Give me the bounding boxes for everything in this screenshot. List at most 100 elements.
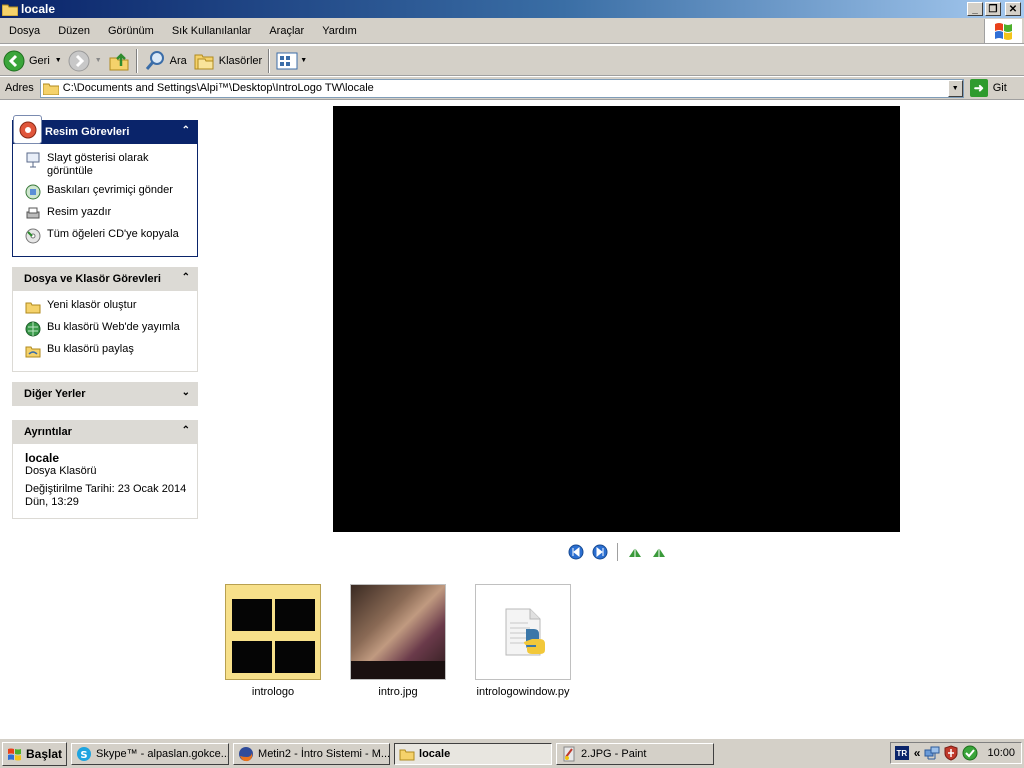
back-label: Geri [29,54,50,67]
details-name: locale [25,451,60,465]
folder-icon [42,83,59,95]
windows-flag-icon [8,748,21,760]
address-field[interactable]: C:\Documents and Settings\Alpi™\Desktop\… [39,78,964,98]
firefox-icon [239,746,254,761]
back-button[interactable]: Geri ▼ [0,47,65,74]
expand-chevron-icon[interactable]: ⌄ [182,387,190,398]
views-dropdown-icon[interactable]: ▼ [300,57,307,64]
preview-controls [567,543,674,561]
file-name: intrologo [251,686,295,698]
title-bar[interactable]: locale _ ❐ ✕ [0,0,1024,18]
menu-edit[interactable]: Düzen [49,25,99,37]
file-folder-tasks-panel: Dosya ve Klasör Görevleri ⌃ Yeni klasör … [12,267,198,372]
collapse-chevron-icon[interactable]: ⌃ [182,425,190,436]
task-slideshow[interactable]: Slayt gösterisi olarak görüntüle [25,152,187,178]
folder-preview-image [275,599,315,631]
views-icon [276,52,298,69]
file-item[interactable]: intro.jpg [350,584,446,698]
minimize-button[interactable]: _ [967,2,983,16]
other-places-title: Diğer Yerler [24,388,86,400]
folder-icon [2,4,18,16]
address-bar: Adres C:\Documents and Settings\Alpi™\De… [0,77,1024,100]
file-folder-tasks-list: Yeni klasör oluştur Bu klasörü Web'de ya… [12,291,198,372]
folder-preview-image [232,599,272,631]
folder-preview-image [232,641,272,673]
rotate-clockwise-button[interactable] [626,543,644,561]
new-folder-icon [25,302,41,314]
menu-help[interactable]: Yardım [313,25,366,37]
taskbar-item-paint[interactable]: 2.JPG - Paint [556,742,715,765]
task-order-prints[interactable]: Baskıları çevrimiçi gönder [25,184,187,200]
antivirus-check-icon[interactable] [962,745,978,761]
details-modified-time: Dün, 13:29 [25,496,79,508]
other-places-header[interactable]: Diğer Yerler ⌄ [12,382,198,406]
address-label: Adres [5,82,34,94]
forward-button[interactable]: ▼ [65,47,105,74]
taskbar-item-skype[interactable]: S Skype™ - alpaslan.gokce... [71,742,230,765]
back-arrow-icon [3,50,25,71]
up-folder-icon [109,52,129,70]
online-print-icon [25,184,41,200]
taskbar-item-firefox[interactable]: Metin2 - İntro Sistemi - M... [233,742,391,765]
show-hidden-icons-button[interactable]: « [914,746,921,760]
go-button[interactable]: ➜ Git [969,79,1007,97]
taskbar-item-locale[interactable]: locale [394,742,553,765]
start-button[interactable]: Başlat [2,741,68,766]
file-name: intrologowindow.py [476,686,570,698]
maximize-button[interactable]: ❐ [985,2,1001,16]
menu-view[interactable]: Görünüm [99,25,163,37]
details-header[interactable]: Ayrıntılar ⌃ [12,420,198,444]
language-indicator[interactable]: TR [894,746,909,760]
task-publish-web[interactable]: Bu klasörü Web'de yayımla [25,321,187,337]
folders-button[interactable]: Klasörler [190,47,265,74]
task-label: Slayt gösterisi olarak görüntüle [47,152,149,177]
taskbar-item-label: locale [419,747,451,760]
collapse-chevron-icon[interactable]: ⌃ [182,272,190,283]
image-preview[interactable] [333,106,900,532]
details-title: Ayrıntılar [24,426,72,438]
previous-icon [568,544,584,560]
network-icon[interactable] [924,745,940,761]
paint-icon [563,746,575,761]
file-item[interactable]: intrologowindow.py [475,584,571,698]
explorer-content: Resim Görevleri ⌃ Slayt gösterisi olarak… [0,101,1024,738]
menu-file[interactable]: Dosya [0,25,49,37]
task-label: Resim yazdır [47,206,112,218]
up-folder-button[interactable] [105,47,133,74]
task-print-pictures[interactable]: Resim yazdır [25,206,187,222]
clock[interactable]: 10:00 [987,747,1015,759]
search-icon [145,50,164,70]
views-button[interactable]: ▼ [273,47,310,74]
details-modified: Değiştirilme Tarihi: 23 Ocak 2014 [25,483,187,495]
task-copy-to-cd[interactable]: Tüm öğeleri CD'ye kopyala [25,228,187,244]
start-label: Başlat [26,746,63,761]
rotate-clockwise-icon [629,548,641,557]
taskbar-item-label: 2.JPG - Paint [581,747,647,760]
menu-favorites[interactable]: Sık Kullanılanlar [163,25,261,37]
rotate-counterclockwise-button[interactable] [650,543,668,561]
file-folder-tasks-header[interactable]: Dosya ve Klasör Görevleri ⌃ [12,267,198,291]
next-image-button[interactable] [591,543,609,561]
file-item[interactable]: intrologo [225,584,321,698]
back-dropdown-icon[interactable]: ▼ [55,57,62,64]
picture-tasks-icon [13,115,42,144]
collapse-chevron-icon[interactable]: ⌃ [182,125,190,136]
windows-logo-icon [984,19,1022,43]
controls-separator [617,543,618,561]
forward-arrow-icon [68,50,90,71]
forward-dropdown-icon[interactable]: ▼ [95,57,102,64]
previous-image-button[interactable] [567,543,585,561]
security-shield-icon[interactable] [943,745,959,761]
task-label: Bu klasörü paylaş [47,343,134,355]
printer-icon [26,207,40,219]
close-button[interactable]: ✕ [1005,2,1021,16]
address-dropdown-icon[interactable]: ▼ [947,79,963,97]
slideshow-icon [26,152,40,168]
task-new-folder[interactable]: Yeni klasör oluştur [25,299,187,315]
menu-tools[interactable]: Araçlar [260,25,313,37]
folders-icon [194,54,214,69]
search-button[interactable]: Ara [141,47,190,74]
picture-tasks-header[interactable]: Resim Görevleri ⌃ [12,115,198,144]
address-value[interactable]: C:\Documents and Settings\Alpi™\Desktop\… [63,82,374,94]
task-share-folder[interactable]: Bu klasörü paylaş [25,343,187,359]
